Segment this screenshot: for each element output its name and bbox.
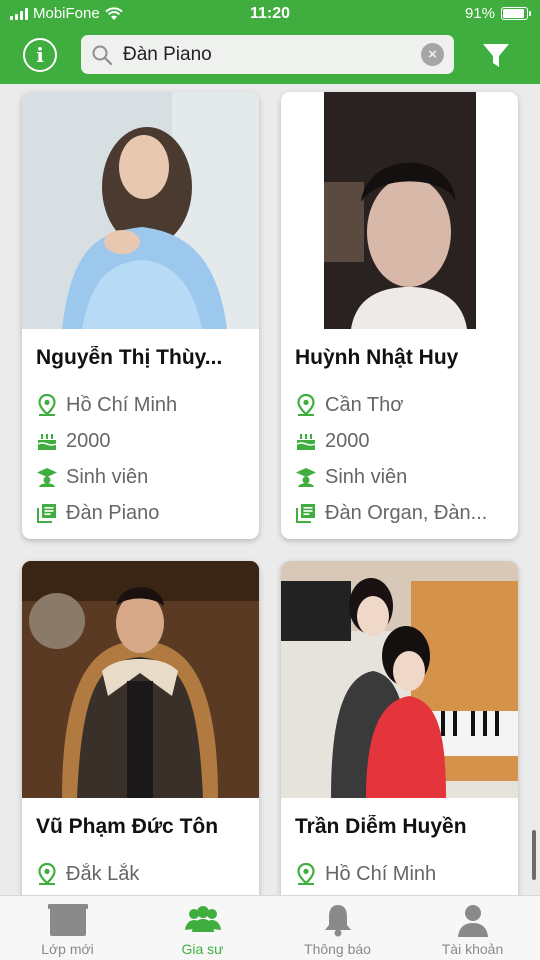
tutor-occupation: Sinh viên [36,464,248,490]
tutor-name: Nguyễn Thị Thùy... [36,346,223,369]
tutors-icon [184,906,221,932]
status-bar: MobiFone 11:20 91% [0,0,540,28]
tutor-grid: Nguyễn Thị Thùy... Hồ Chí Minh 2000 Sinh… [0,84,540,895]
tab-tutors[interactable]: Gia sư [135,896,270,960]
location-pin-icon [36,394,58,416]
tab-bar: Lớp mới Gia sư Thông báo Tài khoản [0,895,540,960]
tutor-photo [281,92,518,329]
search-icon [92,45,113,66]
tutor-photo [281,561,518,798]
class-icon [47,904,88,936]
info-icon: i [36,43,44,67]
tutor-name: Huỳnh Nhật Huy [295,346,459,369]
clear-search-button[interactable]: × [421,43,444,66]
bell-icon [324,905,351,937]
tutor-occupation: Sinh viên [295,464,507,490]
tutor-subjects: Đàn Piano [36,500,248,526]
location-pin-icon [36,863,58,885]
tutor-photo [22,92,259,329]
scrollbar[interactable] [532,830,536,880]
tutor-card[interactable]: Nguyễn Thị Thùy... Hồ Chí Minh 2000 Sinh… [22,92,259,539]
tutor-name: Vũ Phạm Đức Tôn [36,815,219,838]
cake-icon [36,430,58,452]
account-icon [457,905,488,937]
tutor-subjects: Đàn Organ, Đàn... [295,500,507,526]
tutor-birth-year: 2000 [295,428,507,454]
app-header: MobiFone 11:20 91% i × [0,0,540,84]
tutor-location: Cần Thơ [295,392,507,418]
tab-account[interactable]: Tài khoản [405,896,540,960]
books-icon [36,502,58,524]
close-icon: × [428,46,437,63]
status-time: 11:20 [249,5,291,22]
search-bar[interactable]: × [81,35,454,74]
battery-percent: 91% [464,5,495,22]
tab-notifications[interactable]: Thông báo [270,896,405,960]
graduation-cap-icon [295,466,317,488]
battery-icon [501,7,531,20]
tutor-card[interactable]: Vũ Phạm Đức Tôn Đắk Lắk 1994 [22,561,259,895]
graduation-cap-icon [36,466,58,488]
tutor-location: Hồ Chí Minh [36,392,248,418]
info-button[interactable]: i [23,38,57,72]
tutor-photo [22,561,259,798]
books-icon [295,502,317,524]
tutor-birth-year: 2000 [36,428,248,454]
tutor-card[interactable]: Trần Diễm Huyền Hồ Chí Minh 19981995 [281,561,518,895]
tutor-location: Đắk Lắk [36,861,248,887]
tutor-location: Hồ Chí Minh [295,861,507,887]
tutor-name: Trần Diễm Huyền [295,815,467,838]
filter-icon[interactable] [481,42,511,70]
tutor-card[interactable]: Huỳnh Nhật Huy Cần Thơ 2000 Sinh viên Đà… [281,92,518,539]
location-pin-icon [295,394,317,416]
search-input[interactable] [123,35,403,74]
cake-icon [295,430,317,452]
tab-new-classes[interactable]: Lớp mới [0,896,135,960]
location-pin-icon [295,863,317,885]
